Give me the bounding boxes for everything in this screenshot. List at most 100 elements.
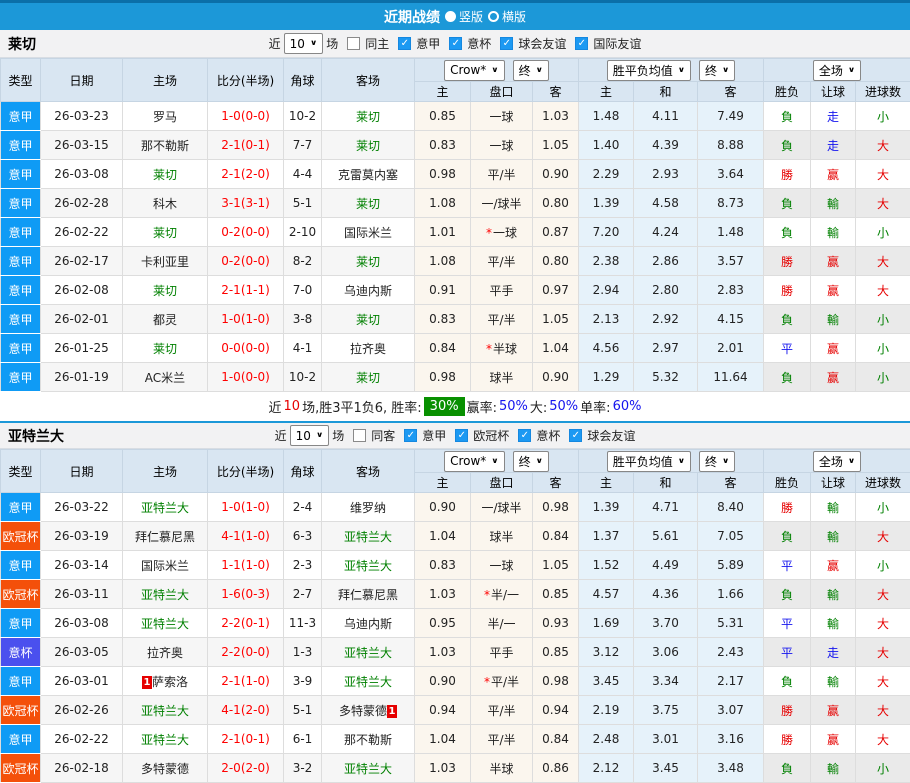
league-filter-label: 欧冠杯 — [473, 427, 509, 444]
mean-odds-away: 7.05 — [698, 522, 764, 551]
sub-column-header: 客 — [533, 473, 579, 493]
table-row: 意甲26-01-25莱切0-0(0-0)4-1拉齐奥0.84*半球1.044.5… — [1, 334, 910, 363]
corners-cell: 11-3 — [284, 609, 322, 638]
handicap-away-odds: 0.90 — [533, 363, 579, 392]
handicap-line-text: 一/球半 — [481, 197, 521, 211]
home-team: 亚特兰大 — [123, 493, 208, 522]
mean-odds-away: 1.48 — [698, 218, 764, 247]
score-cell: 2-1(0-1) — [208, 725, 284, 754]
select-value: 全场 — [819, 62, 843, 79]
handicap-line: 半/一 — [471, 609, 533, 638]
bookmaker-select[interactable]: Crow*∨ — [444, 451, 505, 472]
league-filter-checkbox[interactable]: ✓ — [455, 429, 468, 442]
mean-odds-draw: 5.32 — [634, 363, 698, 392]
league-filter-checkbox[interactable]: ✓ — [569, 429, 582, 442]
handicap-line: 平/半 — [471, 247, 533, 276]
result-goals: 小 — [856, 305, 910, 334]
league-filter-checkbox[interactable]: ✓ — [449, 37, 462, 50]
odds-mean-select[interactable]: 胜平负均值∨ — [607, 451, 691, 472]
league-filter-checkbox[interactable]: ✓ — [518, 429, 531, 442]
away-team: 莱切 — [322, 102, 415, 131]
score-cell: 2-1(1-1) — [208, 276, 284, 305]
table-row: 意甲26-03-22亚特兰大1-0(1-0)2-4维罗纳0.90一/球半0.98… — [1, 493, 910, 522]
score-cell: 2-1(1-0) — [208, 667, 284, 696]
handicap-away-odds: 0.84 — [533, 725, 579, 754]
red-card-icon: 1 — [387, 705, 397, 718]
away-team-name: 莱切 — [356, 197, 380, 211]
radio-selected-icon — [445, 11, 456, 22]
select-value: 终 — [705, 62, 717, 79]
same-venue-checkbox[interactable] — [347, 37, 360, 50]
table-row: 欧冠杯26-02-18多特蒙德2-0(2-0)3-2亚特兰大1.03半球0.86… — [1, 754, 910, 783]
score-value: 2-1(1-1) — [221, 283, 270, 297]
league-filter-checkbox[interactable]: ✓ — [575, 37, 588, 50]
home-team: 莱切 — [123, 160, 208, 189]
sub-column-header: 主 — [579, 82, 634, 102]
handicap-line: 一球 — [471, 551, 533, 580]
home-team-name: 莱切 — [153, 284, 177, 298]
league-badge: 意杯 — [1, 638, 41, 667]
sub-column-header: 客 — [698, 473, 764, 493]
corners-cell: 2-4 — [284, 493, 322, 522]
mean-odds-home: 2.19 — [579, 696, 634, 725]
same-venue-label: 同主 — [365, 35, 389, 52]
match-date: 26-02-28 — [41, 189, 123, 218]
handicap-home-odds: 1.04 — [415, 522, 471, 551]
handicap-home-odds: 0.90 — [415, 667, 471, 696]
handicap-home-odds: 0.90 — [415, 493, 471, 522]
handicap-away-odds: 0.80 — [533, 189, 579, 218]
corners-cell: 4-1 — [284, 334, 322, 363]
same-venue-checkbox[interactable] — [353, 429, 366, 442]
league-badge: 意甲 — [1, 276, 41, 305]
match-date: 26-03-19 — [41, 522, 123, 551]
layout-radio-vertical[interactable]: 竖版 — [445, 8, 483, 25]
handicap-line-text: 平/半 — [491, 675, 519, 689]
final-select[interactable]: 终∨ — [513, 60, 549, 81]
chevron-down-icon: ∨ — [678, 457, 685, 465]
result-handicap: 赢 — [811, 696, 856, 725]
league-filter-label: 国际友谊 — [593, 35, 641, 52]
result-winlose: 負 — [764, 363, 811, 392]
result-goals: 小 — [856, 218, 910, 247]
handicap-line: 平/半 — [471, 305, 533, 334]
table-row: 意甲26-01-19AC米兰1-0(0-0)10-2莱切0.98球半0.901.… — [1, 363, 910, 392]
layout-radio-horizontal[interactable]: 横版 — [488, 8, 526, 25]
corners-cell: 6-1 — [284, 725, 322, 754]
final-select[interactable]: 终∨ — [699, 60, 735, 81]
fulltime-select[interactable]: 全场∨ — [813, 60, 861, 81]
corners-cell: 2-7 — [284, 580, 322, 609]
column-header: 角球 — [284, 59, 322, 102]
handicap-home-odds: 1.01 — [415, 218, 471, 247]
score-value: 2-2(0-0) — [221, 645, 270, 659]
table-row: 意甲26-03-23罗马1-0(0-0)10-2莱切0.85一球1.031.48… — [1, 102, 910, 131]
result-goals: 大 — [856, 609, 910, 638]
mean-odds-draw: 3.45 — [634, 754, 698, 783]
result-winlose: 負 — [764, 102, 811, 131]
league-filter-label: 球会友谊 — [518, 35, 566, 52]
bookmaker-select[interactable]: Crow*∨ — [444, 60, 505, 81]
league-filter-checkbox[interactable]: ✓ — [398, 37, 411, 50]
final-select[interactable]: 终∨ — [699, 451, 735, 472]
odds-mean-select[interactable]: 胜平负均值∨ — [607, 60, 691, 81]
mean-odds-away: 1.66 — [698, 580, 764, 609]
home-team-name: 国际米兰 — [141, 559, 189, 573]
league-filter-checkbox[interactable]: ✓ — [404, 429, 417, 442]
match-date: 26-03-05 — [41, 638, 123, 667]
result-goals: 小 — [856, 363, 910, 392]
league-badge: 欧冠杯 — [1, 696, 41, 725]
home-team-name: 莱切 — [153, 226, 177, 240]
mean-odds-draw: 4.49 — [634, 551, 698, 580]
score-value: 4-1(2-0) — [221, 703, 270, 717]
league-badge: 意甲 — [1, 160, 41, 189]
match-count-select[interactable]: 10∨ — [284, 33, 324, 54]
away-team: 国际米兰 — [322, 218, 415, 247]
fulltime-select[interactable]: 全场∨ — [813, 451, 861, 472]
mean-odds-home: 1.29 — [579, 363, 634, 392]
score-cell: 0-2(0-0) — [208, 218, 284, 247]
match-date: 26-03-22 — [41, 493, 123, 522]
result-goals: 小 — [856, 754, 910, 783]
final-select[interactable]: 终∨ — [513, 451, 549, 472]
match-count-select[interactable]: 10∨ — [290, 425, 330, 446]
away-team: 维罗纳 — [322, 493, 415, 522]
league-filter-checkbox[interactable]: ✓ — [500, 37, 513, 50]
